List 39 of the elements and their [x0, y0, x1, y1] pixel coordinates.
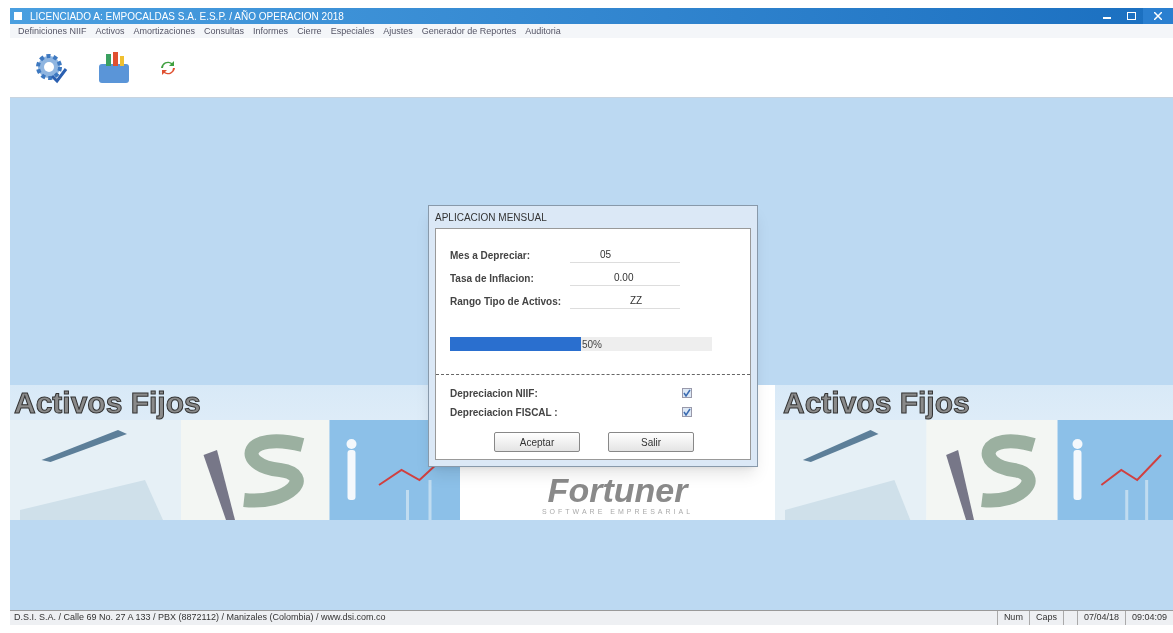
input-field[interactable]: ZZ: [570, 293, 680, 309]
window-title: LICENCIADO A: EMPOCALDAS S.A. E.S.P. / AÑO OPERACION 2018: [30, 9, 344, 24]
status-time: 09:04:09: [1124, 611, 1173, 625]
refresh-icon[interactable]: [160, 59, 176, 76]
menu-item[interactable]: Definiciones NIIF: [18, 26, 87, 36]
field-label: Rango Tipo de Activos:: [450, 294, 563, 309]
banner-title: Activos Fijos: [783, 387, 970, 418]
maximize-icon: [1126, 12, 1136, 20]
dialog-button[interactable]: Aceptar: [494, 432, 580, 452]
field-label: Mes a Depreciar:: [450, 248, 532, 263]
menu-item[interactable]: Amortizaciones: [133, 26, 196, 36]
progress-reading: 50%: [582, 338, 602, 352]
option-label: Depreciacion FISCAL :: [450, 405, 559, 420]
logo-text: Fortuner: [547, 472, 688, 507]
dialog-button[interactable]: Salir: [608, 432, 694, 452]
menu-item[interactable]: Generador de Reportes: [421, 26, 517, 36]
status-text: D.S.I. S.A. / Calle 69 No. 27 A 133 / PBX (8872112) / Manizales (Colombia) / www.dsi.com.co: [13, 611, 386, 625]
dialog-title: APLICACION MENSUAL: [435, 210, 547, 225]
menu-item[interactable]: Consultas: [204, 26, 245, 36]
banner-title: Activos Fijos: [14, 387, 201, 418]
menu-item[interactable]: Activos: [95, 26, 125, 36]
status-date: 07/04/18: [1076, 611, 1125, 625]
close-button[interactable]: [1143, 8, 1173, 24]
menu-item[interactable]: Informes: [253, 26, 289, 36]
input-field[interactable]: 05: [570, 247, 680, 263]
input-field[interactable]: 0.00: [570, 270, 680, 286]
toolbox-icon[interactable]: [96, 49, 132, 86]
menu-item[interactable]: Cierre: [297, 26, 322, 36]
app-icon: [14, 12, 22, 20]
menu-item[interactable]: Ajustes: [383, 26, 413, 36]
status-indicator: Caps: [1028, 611, 1063, 625]
field-label: Tasa de Inflacion:: [450, 271, 535, 286]
checkbox[interactable]: [682, 388, 692, 398]
status-indicator: Num: [996, 611, 1029, 625]
menu-item[interactable]: Especiales: [330, 26, 375, 36]
option-label: Depreciacion NIIF:: [450, 386, 539, 401]
checkbox[interactable]: [682, 407, 692, 417]
close-icon: [1154, 12, 1162, 20]
menu-item[interactable]: Auditoria: [525, 26, 561, 36]
